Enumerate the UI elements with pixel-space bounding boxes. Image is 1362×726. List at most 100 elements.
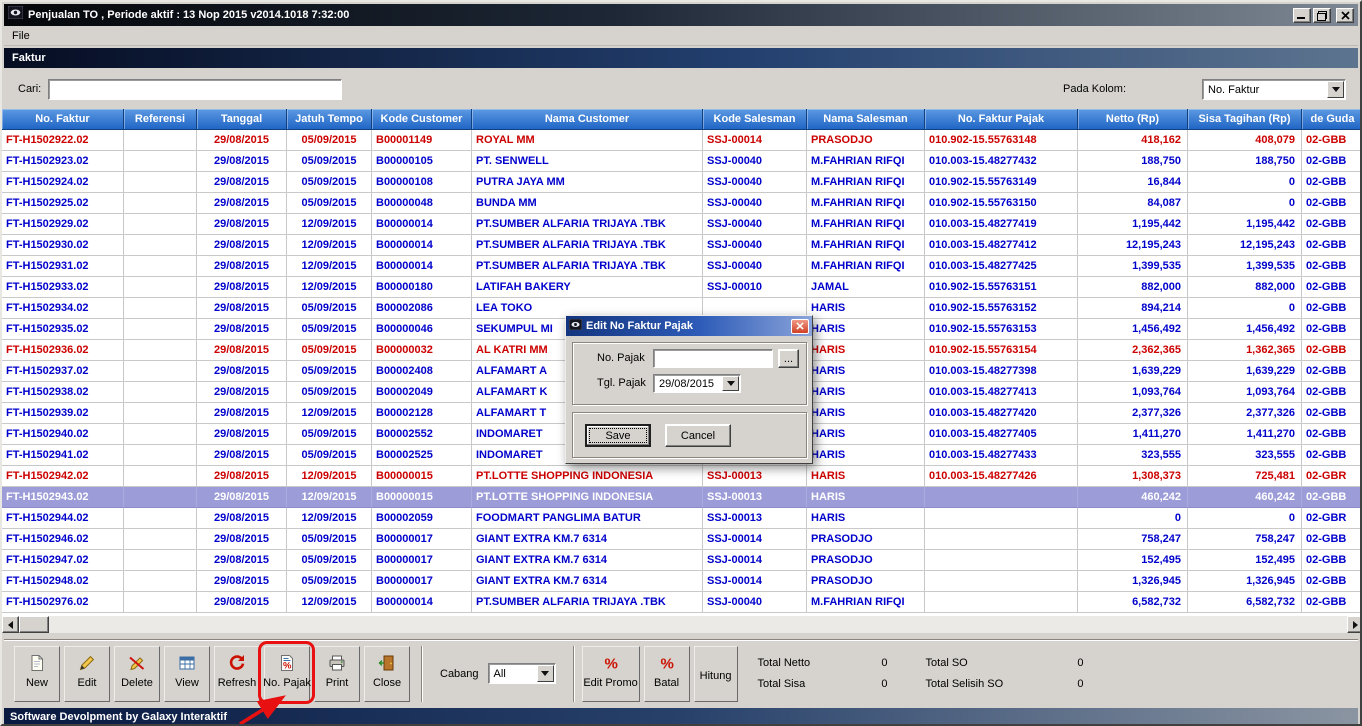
cell-nama-salesman: M.FAHRIAN RIFQI [807,151,925,172]
cell-tanggal: 29/08/2015 [197,235,287,256]
scrollbar-thumb[interactable] [19,616,49,633]
cell-nama-salesman: HARIS [807,445,925,466]
close-icon [1341,11,1350,20]
table-row[interactable]: FT-H1502944.0229/08/201512/09/2015B00002… [2,508,1362,529]
cell-nama-customer: PT. SENWELL [472,151,703,172]
scroll-right-button[interactable] [1347,616,1362,633]
cell-kode-customer: B00002086 [372,298,472,319]
column-filter-select[interactable]: No. Faktur [1202,79,1346,100]
chevron-down-icon[interactable] [722,376,739,391]
table-row[interactable]: FT-H1502925.0229/08/201505/09/2015B00000… [2,193,1362,214]
table-row[interactable]: FT-H1502946.0229/08/201505/09/2015B00000… [2,529,1362,550]
table-row[interactable]: FT-H1502922.0229/08/201505/09/2015B00001… [2,130,1362,151]
toolbar-button-new[interactable]: New [14,646,60,702]
cell-referensi [124,424,197,445]
toolbar-button-hitung[interactable]: Hitung [694,646,738,702]
save-button[interactable]: Save [585,424,651,447]
cell-kode-customer: B00000015 [372,487,472,508]
cell-no-faktur-pajak: 010.003-15.48277405 [925,424,1078,445]
cell-no-faktur-pajak [925,508,1078,529]
cell-no-faktur-pajak: 010.003-15.48277398 [925,361,1078,382]
cell-tanggal: 29/08/2015 [197,529,287,550]
column-header-nama-salesman[interactable]: Nama Salesman [807,109,925,130]
cell-tanggal: 29/08/2015 [197,130,287,151]
toolbar-button-no-pajak[interactable]: %No. Pajak [264,646,310,702]
toolbar-button-print[interactable]: Print [314,646,360,702]
column-header-tanggal[interactable]: Tanggal [197,109,287,130]
dialog-close-button[interactable] [791,319,809,334]
column-header-kode-salesman[interactable]: Kode Salesman [703,109,807,130]
toolbar-button-view[interactable]: View [164,646,210,702]
menu-file[interactable]: File [4,28,38,44]
cabang-select[interactable]: All [488,663,556,684]
cell-referensi [124,571,197,592]
cell-netto: 16,844 [1078,172,1188,193]
cell-tanggal: 29/08/2015 [197,571,287,592]
column-header-referensi[interactable]: Referensi [124,109,197,130]
browse-button[interactable]: ... [778,349,799,368]
table-row[interactable]: FT-H1502942.0229/08/201512/09/2015B00000… [2,466,1362,487]
toolbar-button-label: Refresh [218,677,257,689]
toolbar-button-refresh[interactable]: Refresh [214,646,260,702]
cell-no-faktur: FT-H1502946.02 [2,529,124,550]
cell-tanggal: 29/08/2015 [197,592,287,613]
chevron-down-icon[interactable] [537,665,554,682]
arrow-right-icon [1353,621,1358,629]
scroll-left-button[interactable] [2,616,19,633]
cell-nama-salesman: HARIS [807,382,925,403]
cell-sisa-tagihan: 0 [1188,298,1302,319]
search-input[interactable] [48,79,342,100]
minimize-button[interactable] [1293,8,1311,23]
table-row[interactable]: FT-H1502943.0229/08/201512/09/2015B00000… [2,487,1362,508]
column-header-kode-customer[interactable]: Kode Customer [372,109,472,130]
table-row[interactable]: FT-H1502947.0229/08/201505/09/2015B00000… [2,550,1362,571]
tgl-pajak-select[interactable]: 29/08/2015 [653,374,741,393]
column-header-no-faktur-pajak[interactable]: No. Faktur Pajak [925,109,1078,130]
cell-no-faktur: FT-H1502948.02 [2,571,124,592]
toolbar-button-label: New [26,677,48,689]
total-netto-row: Total Netto 0 [758,657,888,669]
cell-no-faktur-pajak: 010.003-15.48277426 [925,466,1078,487]
svg-text:%: % [283,661,292,672]
table-row[interactable]: FT-H1502929.0229/08/201512/09/2015B00000… [2,214,1362,235]
table-row[interactable]: FT-H1502930.0229/08/201512/09/2015B00000… [2,235,1362,256]
toolbar-button-batal[interactable]: %Batal [644,646,690,702]
table-row[interactable]: FT-H1502933.0229/08/201512/09/2015B00000… [2,277,1362,298]
cell-jatuh-tempo: 05/09/2015 [287,298,372,319]
horizontal-scrollbar[interactable] [2,616,1362,633]
cell-jatuh-tempo: 05/09/2015 [287,319,372,340]
minimize-icon [1297,17,1305,19]
table-row[interactable]: FT-H1502923.0229/08/201505/09/2015B00000… [2,151,1362,172]
table-row[interactable]: FT-H1502976.0229/08/201512/09/2015B00000… [2,592,1362,613]
table-row[interactable]: FT-H1502924.0229/08/201505/09/2015B00000… [2,172,1362,193]
column-header-kode-gudang[interactable]: de Guda [1302,109,1362,130]
cell-kode-salesman: SSJ-00013 [703,508,807,529]
column-header-netto[interactable]: Netto (Rp) [1078,109,1188,130]
cell-referensi [124,529,197,550]
column-header-sisa-tagihan[interactable]: Sisa Tagihan (Rp) [1188,109,1302,130]
cancel-button[interactable]: Cancel [665,424,731,447]
cell-jatuh-tempo: 12/09/2015 [287,508,372,529]
close-button[interactable] [1336,8,1354,23]
cell-kode-salesman: SSJ-00040 [703,151,807,172]
cell-kode-customer: B00000032 [372,340,472,361]
column-header-jatuh-tempo[interactable]: Jatuh Tempo [287,109,372,130]
cell-kode-gudang: 02-GBB [1302,214,1362,235]
cell-kode-customer: B00000048 [372,193,472,214]
chevron-down-icon[interactable] [1327,81,1344,98]
column-header-no-faktur[interactable]: No. Faktur [2,109,124,130]
toolbar-button-edit[interactable]: Edit [64,646,110,702]
restore-button[interactable] [1313,8,1331,23]
toolbar-button-close[interactable]: Close [364,646,410,702]
column-header-nama-customer[interactable]: Nama Customer [472,109,703,130]
toolbar-button-delete[interactable]: Delete [114,646,160,702]
tgl-pajak-label: Tgl. Pajak [597,377,646,389]
cell-sisa-tagihan: 323,555 [1188,445,1302,466]
table-row[interactable]: FT-H1502931.0229/08/201512/09/2015B00000… [2,256,1362,277]
cell-tanggal: 29/08/2015 [197,151,287,172]
cell-kode-customer: B00002525 [372,445,472,466]
toolbar-button-edit-promo[interactable]: %Edit Promo [582,646,640,702]
no-pajak-input[interactable] [653,349,773,368]
table-row[interactable]: FT-H1502948.0229/08/201505/09/2015B00000… [2,571,1362,592]
cell-sisa-tagihan: 882,000 [1188,277,1302,298]
